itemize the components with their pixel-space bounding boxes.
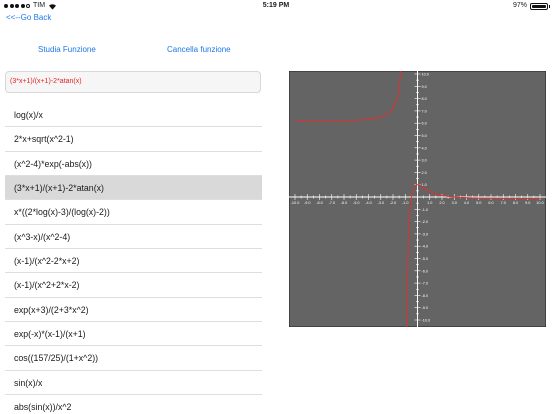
function-list-item[interactable]: x*((2*log(x)-3)/(log(x)-2)) <box>5 200 262 225</box>
x-tick-label: 8.0 <box>513 201 518 205</box>
x-tick-label: -7.0 <box>328 201 335 205</box>
x-tick-label: -2.0 <box>390 201 397 205</box>
function-list-item[interactable]: sin(x)/x <box>5 371 262 396</box>
y-tick-label: -8.0 <box>422 294 429 298</box>
y-tick-label: 10.0 <box>422 73 429 77</box>
y-tick-label: 5.0 <box>422 134 427 138</box>
status-right: 97% <box>512 0 550 12</box>
x-tick-label: -4.0 <box>365 201 372 205</box>
y-tick-label: -10.0 <box>422 319 431 323</box>
x-tick-label: 2.0 <box>439 201 444 205</box>
cancella-funzione-button[interactable]: Cancella funzione <box>167 45 231 54</box>
x-tick-label: -10.0 <box>291 201 300 205</box>
battery-icon <box>530 2 550 10</box>
function-list-item[interactable]: (x^2-4)*exp(-abs(x)) <box>5 152 262 177</box>
x-tick-label: -6.0 <box>341 201 348 205</box>
y-tick-label: -9.0 <box>422 306 429 310</box>
x-tick-label: 9.0 <box>525 201 530 205</box>
x-tick-label: 10.0 <box>536 201 543 205</box>
function-input[interactable]: (3*x+1)/(x+1)-2*atan(x) <box>5 71 261 93</box>
y-tick-label: -7.0 <box>422 282 429 286</box>
function-graph: -10.0 -9.0 -8.0 -7.0 -6.0 -5.0 -4.0 -3.0 -2.0 -1.… <box>289 71 546 327</box>
x-tick-label: 1.0 <box>427 201 432 205</box>
x-tick-label: 3.0 <box>452 201 457 205</box>
studia-funzione-button[interactable]: Studia Funzione <box>38 45 96 54</box>
x-tick-label: 7.0 <box>501 201 506 205</box>
function-list-item[interactable]: log(x)/x <box>5 103 262 128</box>
y-tick-label: -1.0 <box>422 208 429 212</box>
y-tick-label: 6.0 <box>422 122 427 126</box>
x-tick-label: 6.0 <box>488 201 493 205</box>
function-list-item[interactable]: exp(x+3)/(2+3*x^2) <box>5 298 262 323</box>
y-tick-label: 2.0 <box>422 171 427 175</box>
battery-fill <box>532 4 546 8</box>
x-tick-label: 4.0 <box>464 201 469 205</box>
battery-percent: 97% <box>512 2 527 9</box>
y-tick-label: -5.0 <box>422 257 429 261</box>
y-tick-label: 9.0 <box>422 85 427 89</box>
x-tick-label: -8.0 <box>316 201 323 205</box>
go-back-button[interactable]: <<--Go Back <box>6 13 51 22</box>
y-tick-label: -3.0 <box>422 232 429 236</box>
x-tick-label: -9.0 <box>304 201 311 205</box>
function-list-item[interactable]: (x-1)/(x^2+2*x-2) <box>5 273 262 298</box>
y-tick-label: -4.0 <box>422 245 429 249</box>
status-bar: TIM 5:19 PM 97% <box>0 0 552 12</box>
function-list-item[interactable]: cos((157/25)/(1+x^2)) <box>5 346 262 371</box>
function-list-item[interactable]: (x^3-x)/(x^2-4) <box>5 225 262 250</box>
x-tick-label: -5.0 <box>353 201 360 205</box>
y-tick-label: 4.0 <box>422 146 427 150</box>
function-list-item[interactable]: (x-1)/(x^2-2*x+2) <box>5 249 262 274</box>
y-tick-label: 7.0 <box>422 109 427 113</box>
y-tick-label: 3.0 <box>422 159 427 163</box>
function-list-item[interactable]: (3*x+1)/(x+1)-2*atan(x) <box>5 176 262 201</box>
y-tick-label: 8.0 <box>422 97 427 101</box>
function-list-item[interactable]: 2*x+sqrt(x^2-1) <box>5 127 262 152</box>
y-tick-label: -2.0 <box>422 220 429 224</box>
function-list-item[interactable]: abs(sin(x))/x^2 <box>5 395 262 414</box>
y-tick-label: -6.0 <box>422 269 429 273</box>
x-tick-label: -3.0 <box>377 201 384 205</box>
function-list-item[interactable]: exp(-x)*(x-1)/(x+1) <box>5 322 262 347</box>
status-time: 5:19 PM <box>262 2 290 9</box>
function-list[interactable]: log(x)/x 2*x+sqrt(x^2-1) (x^2-4)*exp(-abs(… <box>5 103 262 414</box>
x-tick-label: 5.0 <box>476 201 481 205</box>
x-tick-label: -1.0 <box>402 201 409 205</box>
